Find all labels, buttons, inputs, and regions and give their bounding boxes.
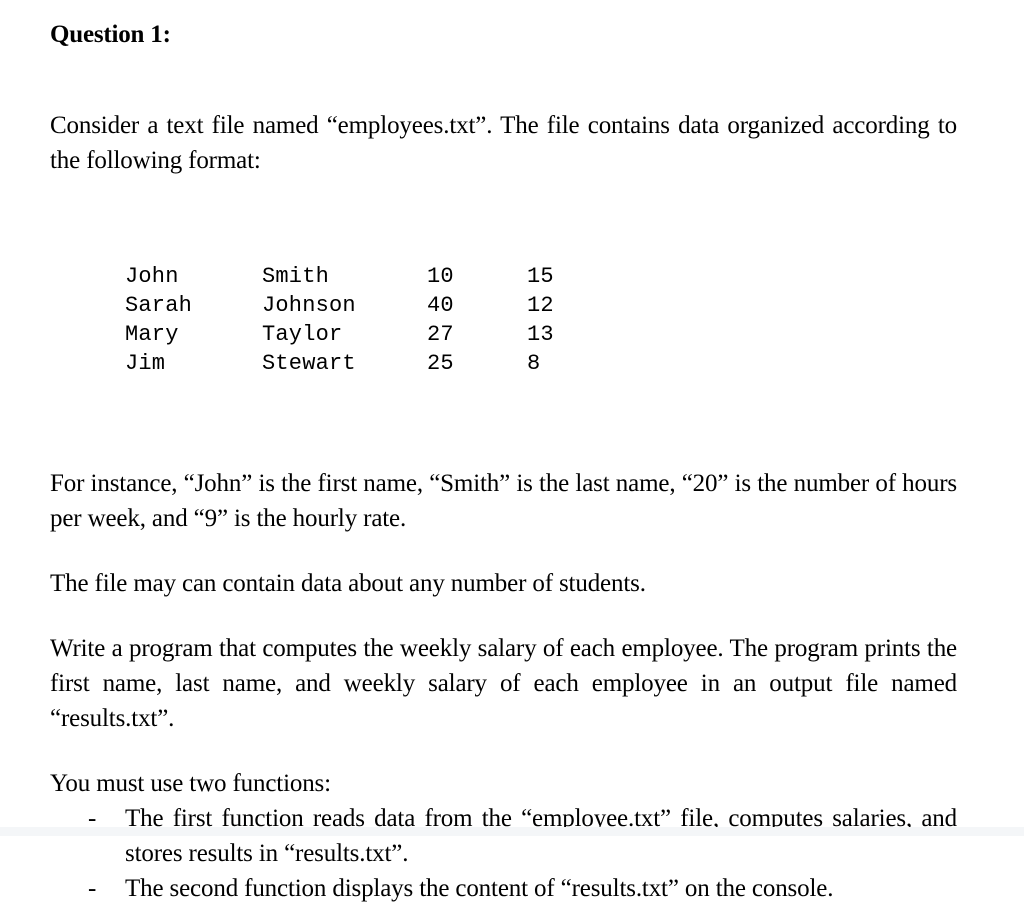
task-paragraph: Write a program that computes the weekly… xyxy=(50,635,957,732)
table-row: Mary Taylor 27 13 xyxy=(125,320,957,349)
cell-last-name: Smith xyxy=(262,264,330,289)
table-row: John Smith 10 15 xyxy=(125,262,957,291)
list-item: - The first function reads data from the… xyxy=(50,801,957,871)
cell-last-name: Taylor xyxy=(262,322,343,347)
cell-last-name: Johnson xyxy=(262,293,356,318)
cell-last-name: Stewart xyxy=(262,351,356,376)
document-page: Question 1: Consider a text file named “… xyxy=(0,0,1024,902)
cell-first-name: John xyxy=(125,264,179,289)
instance-paragraph: For instance, “John” is the first name, … xyxy=(50,470,957,532)
cell-first-name: Mary xyxy=(125,322,179,347)
functions-heading: You must use two functions: xyxy=(50,770,331,797)
dash-bullet-icon: - xyxy=(88,875,97,902)
cell-hours: 25 xyxy=(427,351,454,376)
table-row: Jim Stewart 25 8 xyxy=(125,349,957,378)
table-row: Sarah Johnson 40 12 xyxy=(125,291,957,320)
employees-data-block: John Smith 10 15 Sarah Johnson 40 12 Mary Taylor 2… xyxy=(125,204,957,436)
cell-rate: 8 xyxy=(527,351,541,376)
list-item: - The second function displays the conte… xyxy=(50,871,957,906)
document-content: Question 1: Consider a text file named “… xyxy=(50,18,957,906)
file-note-paragraph: The file may can contain data about any … xyxy=(50,570,646,597)
cell-first-name: Sarah xyxy=(125,293,193,318)
page-bottom-edge xyxy=(0,827,1024,836)
employees-data-rows: John Smith 10 15 Sarah Johnson 40 12 Mary Taylor 2… xyxy=(125,204,957,436)
cell-rate: 12 xyxy=(527,293,554,318)
cell-hours: 27 xyxy=(427,322,454,347)
cell-rate: 13 xyxy=(527,322,554,347)
list-item-label: The first function reads data from the “… xyxy=(125,805,957,867)
cell-rate: 15 xyxy=(527,264,554,289)
page-title: Question 1: xyxy=(50,21,171,48)
cell-hours: 10 xyxy=(427,264,454,289)
list-item-label: The second function displays the content… xyxy=(125,875,834,902)
cell-first-name: Jim xyxy=(125,351,166,376)
intro-paragraph: Consider a text file named “employees.tx… xyxy=(50,112,957,174)
function-requirements-list: - The first function reads data from the… xyxy=(50,801,957,906)
title-spacer xyxy=(50,52,957,108)
cell-hours: 40 xyxy=(427,293,454,318)
